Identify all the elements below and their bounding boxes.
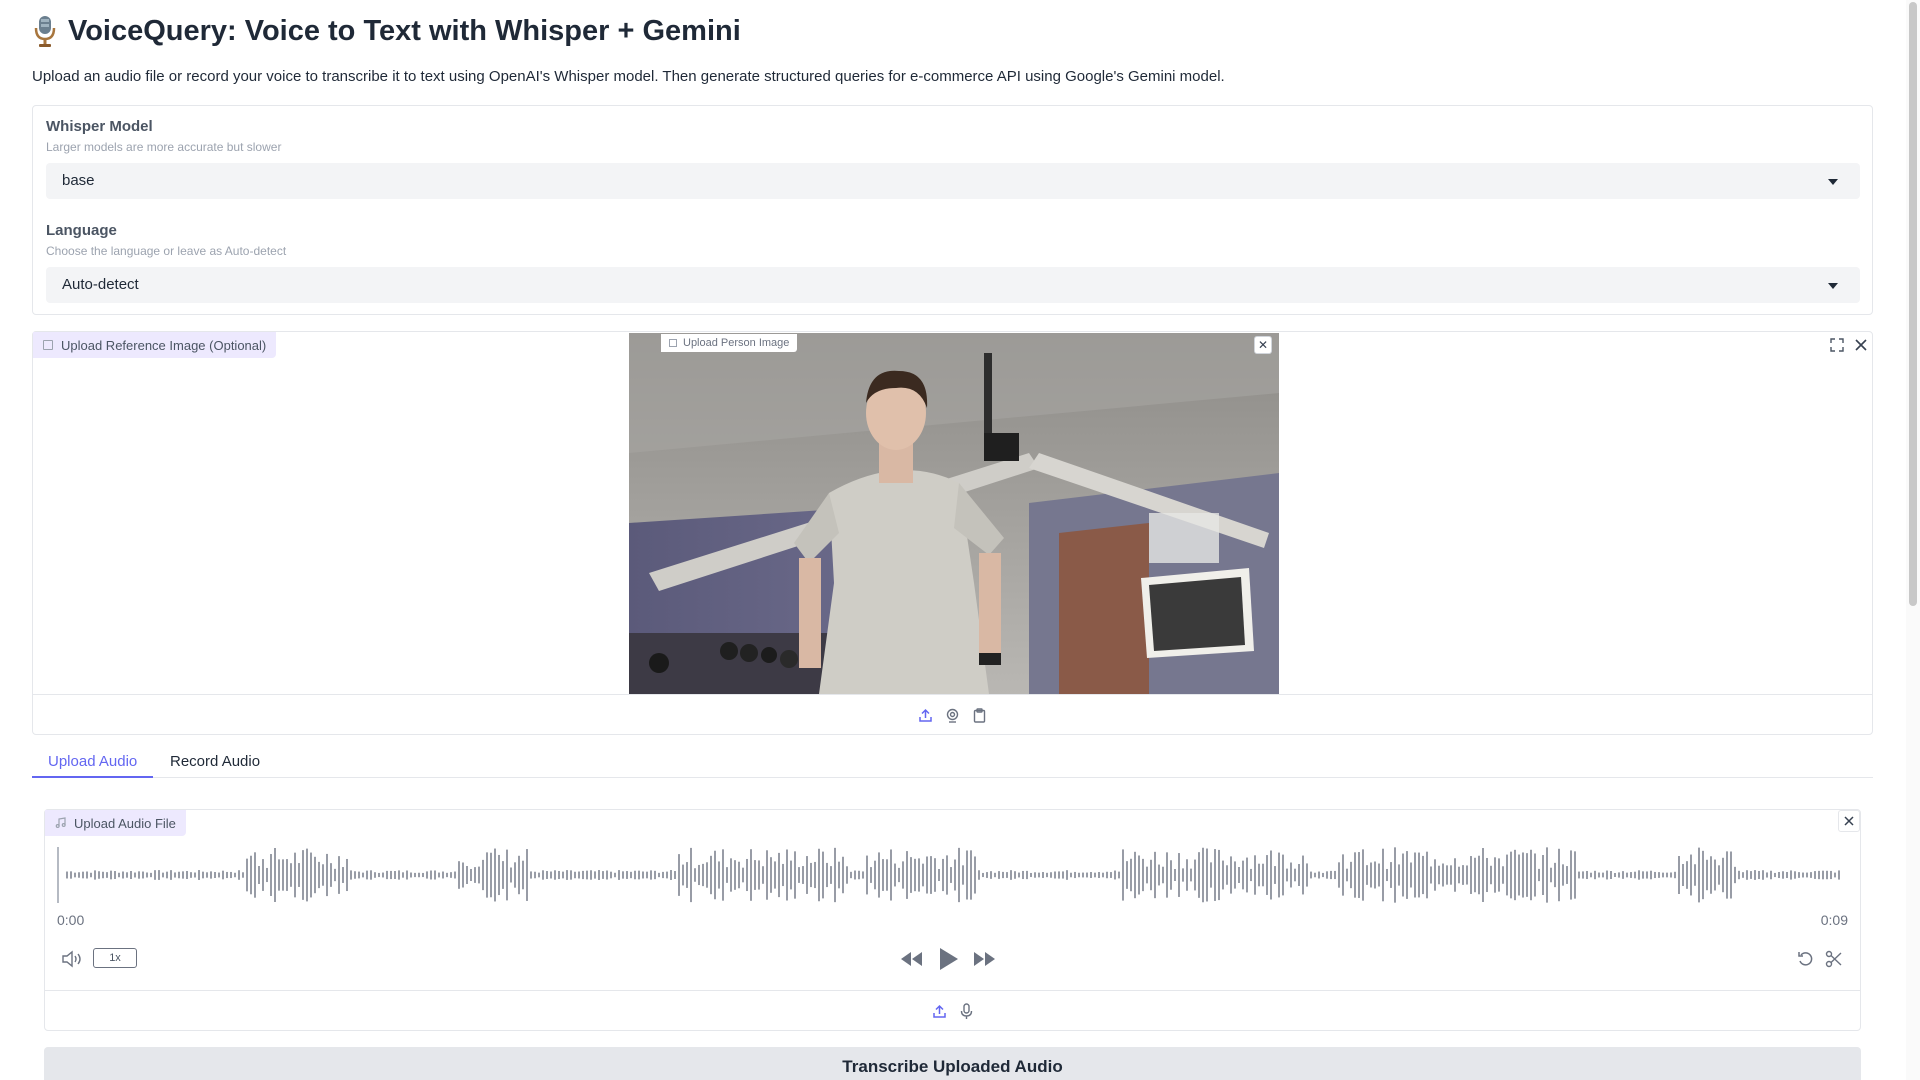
volume-icon[interactable] <box>61 950 83 973</box>
edit-controls <box>1797 946 1843 976</box>
rewind-icon[interactable] <box>900 950 924 973</box>
chevron-down-icon <box>1828 283 1838 289</box>
close-icon[interactable] <box>1838 810 1860 832</box>
app-description: Upload an audio file or record your voic… <box>32 68 1225 85</box>
settings-panel: Whisper Model Larger models are more acc… <box>32 105 1873 315</box>
language-value: Auto-detect <box>62 276 139 293</box>
person-image-preview <box>629 333 1279 694</box>
audio-waveform[interactable] <box>57 845 1849 905</box>
person-image-label: Upload Person Image <box>661 334 798 352</box>
audio-file-label-text: Upload Audio File <box>74 815 176 831</box>
chevron-down-icon <box>1828 179 1838 185</box>
whisper-model-value: base <box>62 172 95 189</box>
audio-panel: Upload Audio File 0:00 0:09 1x <box>44 809 1861 1031</box>
audio-file-label: Upload Audio File <box>45 810 186 836</box>
undo-icon[interactable] <box>1797 950 1815 973</box>
webcam-icon[interactable] <box>944 707 961 724</box>
scrollbar-thumb[interactable] <box>1909 2 1917 606</box>
language-label: Language <box>46 222 117 239</box>
duration-time: 0:09 <box>1820 912 1848 928</box>
whisper-model-dropdown[interactable]: base <box>46 163 1860 199</box>
page-title: VoiceQuery: Voice to Text with Whisper +… <box>32 14 741 48</box>
fullscreen-icon[interactable] <box>1827 335 1847 355</box>
playback-rate-button[interactable]: 1x <box>93 948 137 968</box>
microphone-emoji-icon <box>32 14 58 48</box>
language-dropdown[interactable]: Auto-detect <box>46 267 1860 303</box>
remove-image-close-icon[interactable]: ✕ <box>1254 336 1272 354</box>
reference-image-label: Upload Reference Image (Optional) <box>33 332 277 358</box>
clipboard-icon[interactable] <box>971 707 988 724</box>
tab-upload-audio[interactable]: Upload Audio <box>32 753 154 778</box>
app-title: VoiceQuery: Voice to Text with Whisper +… <box>68 14 741 47</box>
current-time: 0:00 <box>57 912 85 928</box>
whisper-model-info: Larger models are more accurate but slow… <box>46 140 282 154</box>
audio-tabs: Upload Audio Record Audio <box>32 748 1873 778</box>
play-icon[interactable] <box>936 946 960 977</box>
language-info: Choose the language or leave as Auto-det… <box>46 244 287 258</box>
scissors-icon[interactable] <box>1825 950 1843 973</box>
upload-icon[interactable] <box>917 707 934 724</box>
upload-icon[interactable] <box>931 1003 948 1020</box>
volume-control[interactable] <box>61 946 83 976</box>
image-source-bar <box>33 694 1872 735</box>
tab-record-audio[interactable]: Record Audio <box>154 753 276 778</box>
fast-forward-icon[interactable] <box>972 950 996 973</box>
whisper-model-label: Whisper Model <box>46 118 153 135</box>
audio-source-bar <box>45 990 1860 1031</box>
image-icon <box>669 339 677 347</box>
close-icon[interactable] <box>1851 335 1871 355</box>
reference-image-panel: Upload Reference Image (Optional) Upload… <box>32 331 1873 735</box>
playback-controls <box>900 946 996 976</box>
music-note-icon <box>55 816 66 831</box>
page-scrollbar[interactable] <box>1906 0 1920 1080</box>
person-image-label-text: Upload Person Image <box>683 337 790 349</box>
image-icon <box>43 340 53 350</box>
transcribe-button[interactable]: Transcribe Uploaded Audio <box>44 1047 1861 1080</box>
microphone-icon[interactable] <box>958 1002 975 1020</box>
reference-image-label-text: Upload Reference Image (Optional) <box>61 337 267 353</box>
